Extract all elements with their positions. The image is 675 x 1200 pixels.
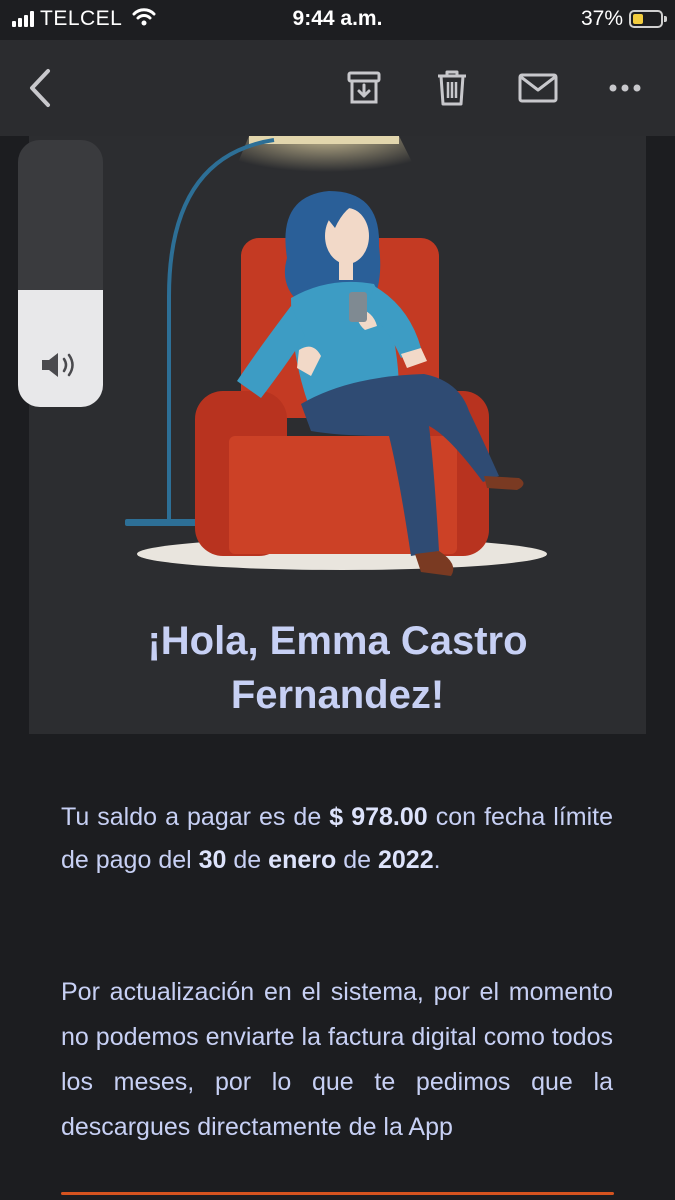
connector-de-1: de	[233, 846, 262, 874]
email-hero-banner: ¡Hola, Emma Castro Fernandez!	[29, 136, 646, 734]
reply-mail-button[interactable]	[516, 66, 560, 110]
connector-de-2: de	[343, 846, 372, 874]
greeting-heading: ¡Hola, Emma Castro Fernandez!	[29, 614, 646, 722]
mail-icon	[518, 73, 558, 103]
greeting-line-2: Fernandez!	[230, 673, 445, 717]
woman-in-armchair-illustration	[125, 136, 547, 576]
balance-prefix: Tu saldo a pagar es de	[61, 803, 322, 831]
archive-icon	[347, 71, 381, 104]
trash-icon	[438, 70, 466, 106]
balance-paragraph: Tu saldo a pagar es de $ 978.00 con fech…	[61, 796, 613, 882]
balance-amount: $ 978.00	[329, 803, 428, 831]
battery-level	[633, 14, 643, 24]
due-day: 30	[198, 846, 227, 874]
status-bar: TELCEL 9:44 a.m. 37%	[0, 0, 675, 40]
status-right: 37%	[580, 7, 667, 31]
back-chevron-icon	[30, 69, 50, 107]
archive-button[interactable]	[342, 66, 386, 110]
due-month: enero	[268, 846, 337, 874]
speaker-icon	[42, 353, 74, 377]
volume-indicator	[18, 140, 103, 407]
accent-divider	[61, 1192, 614, 1195]
greeting-line-1: ¡Hola, Emma Castro	[147, 619, 528, 663]
battery-icon	[629, 10, 667, 28]
mail-toolbar	[0, 40, 675, 136]
back-button[interactable]	[18, 66, 62, 110]
status-time: 9:44 a.m.	[292, 7, 383, 30]
battery-percent: 37%	[580, 7, 623, 30]
sentence-end: .	[433, 846, 441, 874]
more-button[interactable]	[603, 66, 647, 110]
notice-paragraph: Por actualización en el sistema, por el …	[61, 978, 613, 1141]
delete-button[interactable]	[430, 66, 474, 110]
due-year: 2022	[377, 846, 434, 874]
volume-level-fill	[18, 289, 103, 407]
more-icon	[609, 84, 641, 92]
